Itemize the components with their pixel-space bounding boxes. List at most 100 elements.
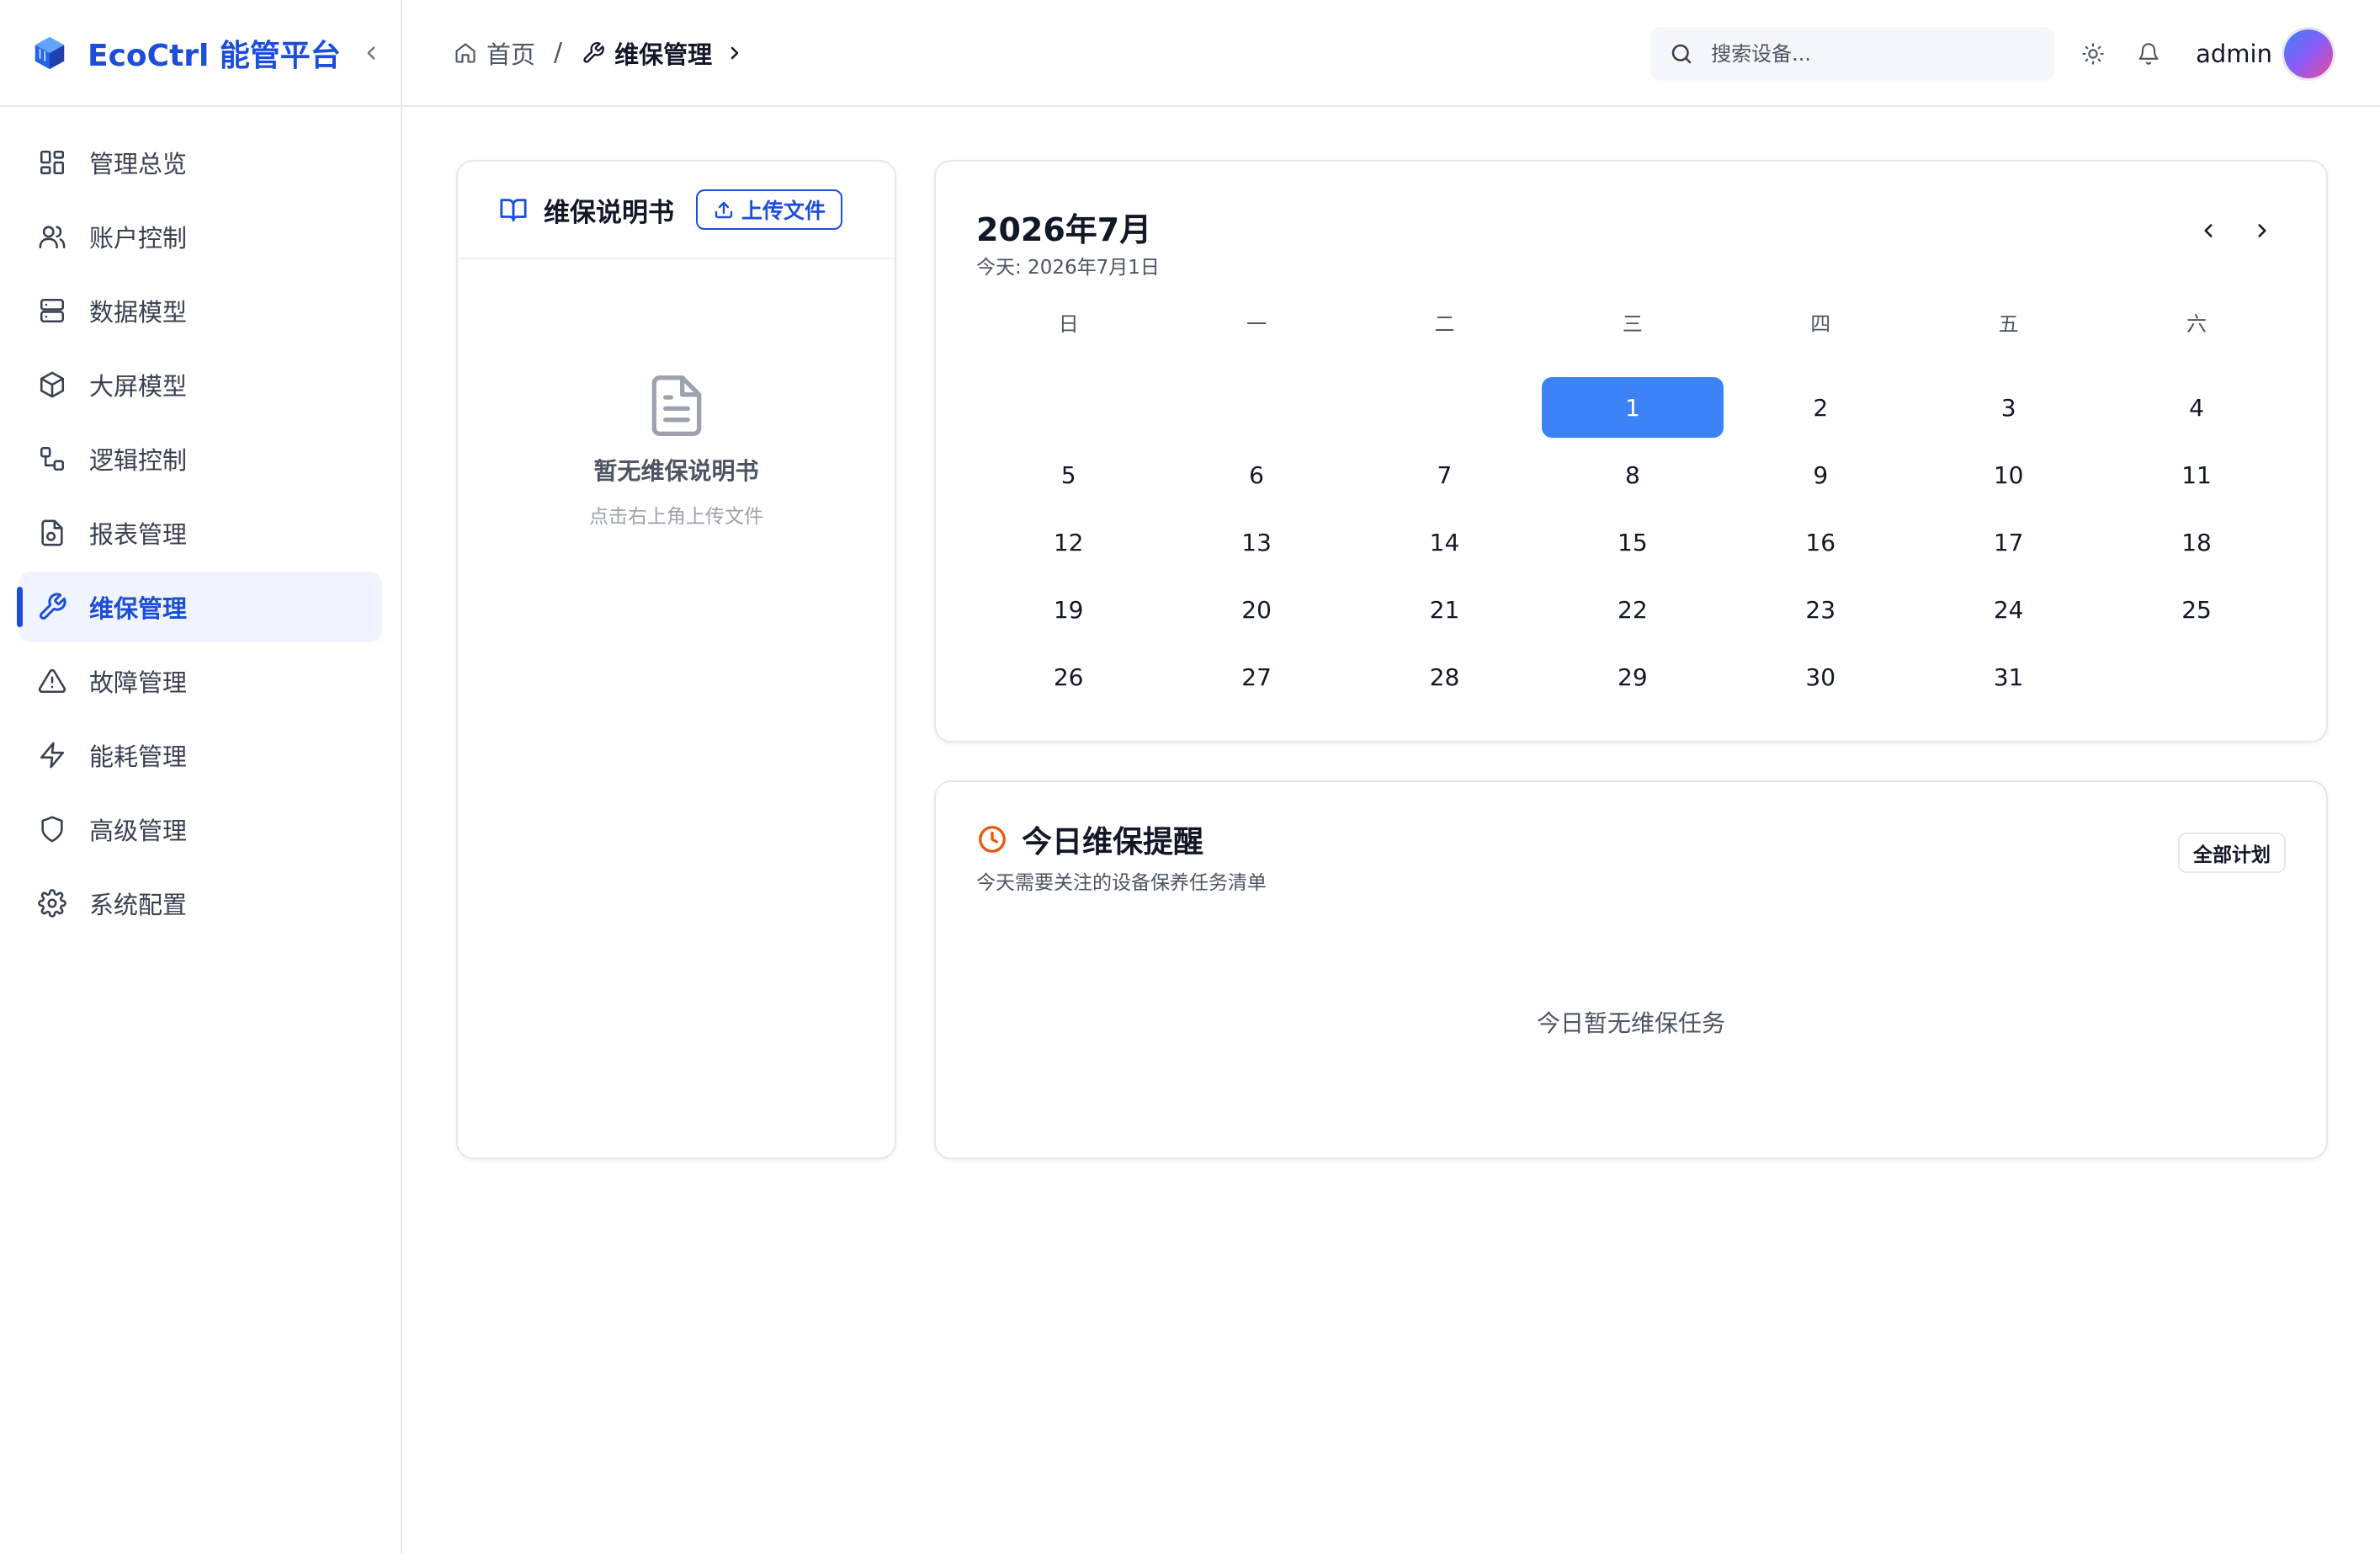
sidebar-item-energy[interactable]: 能耗管理 (19, 720, 382, 790)
avatar[interactable] (2284, 29, 2333, 78)
calendar-card: 2026年7月 今天: 2026年7月1日 日 一 二 三 四 五 六 1234… (934, 160, 2328, 742)
box-icon (37, 370, 67, 400)
weekday-label: 四 (1810, 312, 1831, 336)
breadcrumb-separator: / (554, 38, 563, 67)
calendar-cell: 21 (1351, 576, 1538, 643)
users-icon (37, 221, 67, 252)
workflow-icon (37, 444, 67, 474)
bell-icon[interactable] (2132, 37, 2165, 71)
manual-card: 维保说明书 上传文件 暂无维保说明书 点击右上角上传文件 (456, 160, 896, 1159)
search-input[interactable] (1711, 41, 2032, 66)
reminder-card: 今日维保提醒 今天需要关注的设备保养任务清单 全部计划 今日暂无维保任务 (934, 780, 2328, 1159)
calendar-day[interactable]: 16 (1729, 512, 1911, 572)
all-plans-button[interactable]: 全部计划 (2178, 833, 2286, 873)
calendar-cell: 17 (1915, 508, 2102, 576)
upload-file-label: 上传文件 (741, 200, 826, 223)
calendar-day[interactable]: 6 (1166, 444, 1347, 505)
calendar-day[interactable]: 10 (1918, 444, 2100, 505)
calendar-cell: 23 (1727, 576, 1915, 643)
home-icon (453, 40, 478, 66)
calendar-cell: 6 (1162, 441, 1350, 508)
calendar-day[interactable]: 27 (1166, 647, 1347, 707)
calendar-day[interactable]: 13 (1166, 512, 1347, 572)
calendar-day[interactable]: 31 (1918, 647, 2100, 707)
calendar-cell: 9 (1727, 441, 1915, 508)
collapse-sidebar-icon[interactable] (359, 41, 383, 65)
breadcrumb-current-label: 维保管理 (614, 40, 713, 69)
upload-file-button[interactable]: 上传文件 (696, 189, 843, 230)
calendar-day[interactable]: 26 (978, 647, 1160, 707)
prev-month-button[interactable] (2191, 214, 2225, 247)
calendar-day[interactable]: 24 (1918, 579, 2100, 640)
calendar-cell: 28 (1351, 643, 1538, 710)
header-actions: admin (1650, 0, 2333, 107)
username[interactable]: admin (2196, 40, 2272, 68)
search-icon (1667, 40, 1696, 68)
breadcrumb-home-label: 首页 (486, 40, 536, 69)
cube-logo-icon (30, 34, 69, 72)
calendar-cell: 18 (2102, 508, 2290, 576)
dashboard-icon (37, 147, 67, 178)
theme-toggle-sun-icon[interactable] (2076, 37, 2110, 71)
weekday-label: 五 (1998, 312, 2019, 336)
weekday-label: 三 (1622, 312, 1643, 336)
sidebar-item-advanced[interactable]: 高级管理 (19, 794, 382, 865)
sidebar-item-faults[interactable]: 故障管理 (19, 646, 382, 716)
breadcrumb-home[interactable]: 首页 (453, 35, 535, 71)
calendar-cell: 29 (1538, 643, 1726, 710)
chevron-right-icon (724, 42, 746, 64)
sidebar-item-screen-model[interactable]: 大屏模型 (19, 349, 382, 420)
book-open-icon (498, 194, 529, 225)
upload-icon (713, 199, 735, 221)
calendar-cell: 27 (1162, 643, 1350, 710)
calendar-day[interactable]: 29 (1542, 647, 1724, 707)
calendar-day[interactable]: 22 (1542, 579, 1724, 640)
calendar-day[interactable]: 7 (1353, 444, 1535, 505)
sidebar-item-accounts[interactable]: 账户控制 (19, 201, 382, 272)
sidebar-item-logic-control[interactable]: 逻辑控制 (19, 423, 382, 494)
calendar-day[interactable]: 14 (1353, 512, 1535, 572)
calendar-cell: 11 (2102, 441, 2290, 508)
report-icon (37, 518, 67, 548)
sidebar-item-settings[interactable]: 系统配置 (19, 868, 382, 939)
weekday-label: 六 (2186, 312, 2207, 336)
reminder-empty-text: 今日暂无维保任务 (1536, 1009, 1725, 1037)
calendar-day[interactable]: 12 (978, 512, 1160, 572)
calendar-nav (2171, 214, 2279, 247)
calendar-day[interactable]: 2 (1729, 377, 1911, 438)
calendar-day[interactable]: 4 (2106, 377, 2287, 438)
calendar-day[interactable]: 18 (2106, 512, 2287, 572)
sidebar-item-overview[interactable]: 管理总览 (19, 127, 382, 198)
calendar-day[interactable]: 9 (1729, 444, 1911, 505)
sidebar-item-maintenance[interactable]: 维保管理 (17, 572, 382, 642)
calendar-cell (1351, 374, 1538, 441)
sidebar-item-data-model[interactable]: 数据模型 (19, 275, 382, 346)
calendar-day[interactable]: 20 (1166, 579, 1347, 640)
calendar-cell: 5 (975, 441, 1162, 508)
calendar-day[interactable]: 8 (1542, 444, 1724, 505)
calendar-day[interactable]: 15 (1542, 512, 1724, 572)
calendar-day[interactable]: 19 (978, 579, 1160, 640)
calendar-week-row: 1234 (975, 374, 2291, 441)
calendar-day[interactable]: 30 (1729, 647, 1911, 707)
calendar-cell: 13 (1162, 508, 1350, 576)
calendar-day[interactable]: 23 (1729, 579, 1911, 640)
calendar-day[interactable]: 28 (1353, 647, 1535, 707)
next-month-button[interactable] (2245, 214, 2279, 247)
calendar-day[interactable]: 11 (2106, 444, 2287, 505)
sidebar-item-reports[interactable]: 报表管理 (19, 498, 382, 568)
calendar-cell: 10 (1915, 441, 2102, 508)
weekday-label: 日 (1058, 312, 1079, 336)
clock-icon (976, 823, 1008, 855)
sidebar-item-label: 故障管理 (89, 668, 188, 697)
calendar-day[interactable]: 21 (1353, 579, 1535, 640)
calendar-day[interactable]: 17 (1918, 512, 2100, 572)
calendar-cell: 22 (1538, 576, 1726, 643)
breadcrumb-current: 维保管理 (581, 35, 746, 71)
calendar-day[interactable]: 3 (1918, 377, 2100, 438)
calendar-day-today[interactable]: 1 (1541, 377, 1724, 438)
calendar-day[interactable]: 5 (978, 444, 1160, 505)
weekday-label: 二 (1434, 312, 1455, 336)
manual-empty-state: 暂无维保说明书 点击右上角上传文件 (458, 372, 895, 529)
calendar-day[interactable]: 25 (2106, 579, 2287, 640)
